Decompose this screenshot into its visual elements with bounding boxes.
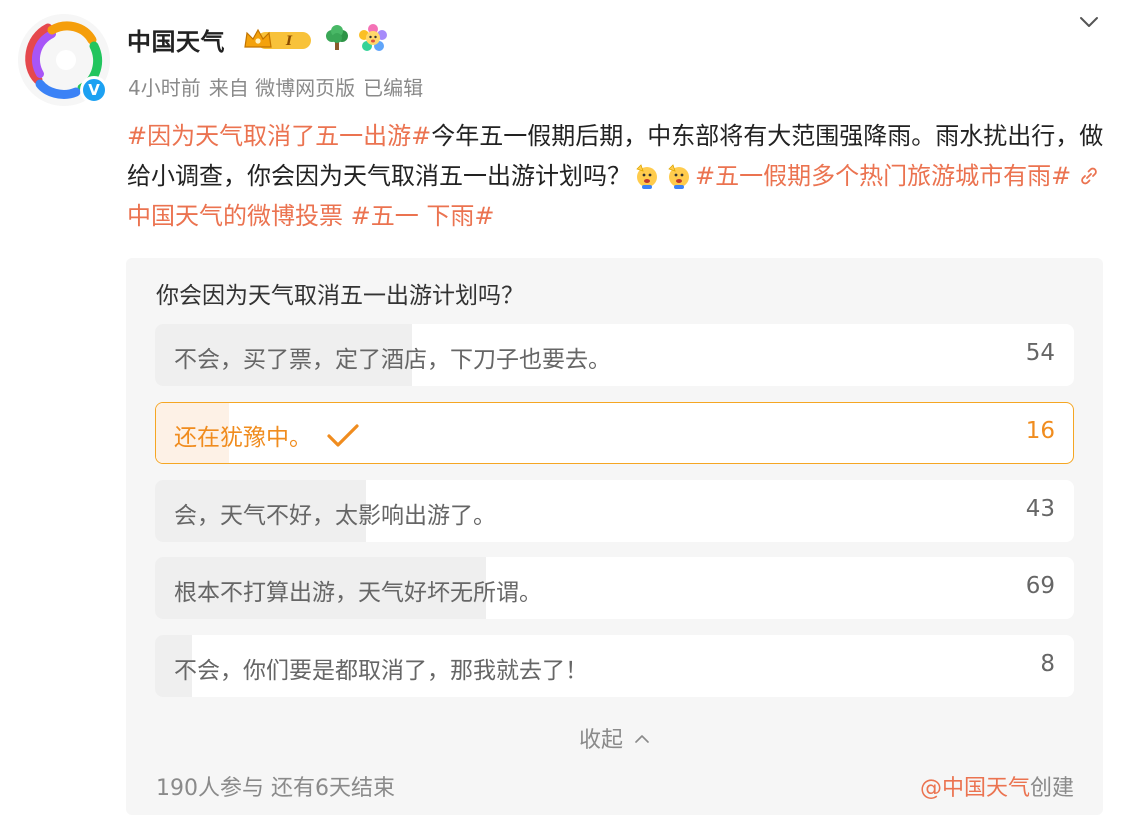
poll-remaining: 还有6天结束 [271,776,395,801]
flower-icon[interactable] [359,24,387,56]
poll-option-count: 43 [1025,496,1055,522]
poll-option-count: 54 [1025,340,1055,366]
poll-option-count: 8 [1040,651,1055,677]
weibo-post: V 中国天气 I 4小时前 来自 微博网页版 已编辑 #因为天气取消了五一出游#… [0,0,1137,815]
link-icon [1081,167,1097,185]
poll-question: 你会因为天气取消五一出游计划吗？ [156,283,524,309]
poll-option-label: 还在犹豫中。 [174,425,312,451]
poll-stats: 190人参与 还有6天结束 [156,770,395,802]
poll-option-label-wrap: 还在犹豫中。 [174,418,360,452]
check-icon [327,424,359,447]
chevron-up-icon [635,735,649,743]
poll-creator: @中国天气创建 [920,770,1074,802]
poll-option-label: 不会，买了票，定了酒店，下刀子也要去。 [174,347,611,373]
poll-option[interactable]: 根本不打算出游，天气好坏无所谓。 69 [155,557,1074,619]
poll-option[interactable]: 不会，你们要是都取消了，那我就去了！ 8 [155,635,1074,697]
poll-option-count: 16 [1025,418,1055,444]
collapse-label: 收起 [578,728,623,753]
verified-badge: V [80,76,108,104]
poll-option-selected[interactable]: 还在犹豫中。 16 [155,402,1074,464]
chevron-down-icon[interactable] [1079,12,1099,32]
poll-option-label: 根本不打算出游，天气好坏无所谓。 [174,580,542,606]
creator-suffix: 创建 [1029,776,1074,801]
post-content: #因为天气取消了五一出游#今年五一假期后期，中东部将有大范围强降雨。雨水扰出行，… [127,116,1112,236]
post-time[interactable]: 4小时前 [128,72,201,101]
post-meta: 4小时前 来自 微博网页版 已编辑 [128,72,423,101]
poll-link-text[interactable]: 中国天气的微博投票 [127,202,343,230]
poll-option[interactable]: 会，天气不好，太影响出游了。 43 [155,480,1074,542]
waving-face-icon [668,164,689,189]
topic-link[interactable]: #五一 下雨# [351,202,495,230]
creator-mention[interactable]: @中国天气 [920,776,1030,801]
avatar-container[interactable]: V [18,14,110,106]
topic-link[interactable]: #因为天气取消了五一出游# [127,122,431,150]
poll-option[interactable]: 不会，买了票，定了酒店，下刀子也要去。 54 [155,324,1074,386]
poll-option-label: 不会，你们要是都取消了，那我就去了！ [174,658,588,684]
tree-icon[interactable] [323,24,351,56]
author-name[interactable]: 中国天气 [127,22,225,57]
author-badges: I [243,24,387,56]
waving-face-icon [636,164,657,189]
poll-participants: 190人参与 [156,776,264,801]
crown-vip-icon[interactable]: I [243,27,315,53]
vip-level-label: I [285,34,293,49]
post-edited[interactable]: 已编辑 [363,72,423,101]
poll-option-count: 69 [1025,573,1055,599]
topic-link[interactable]: #五一假期多个热门旅游城市有雨# [695,162,1071,190]
poll-option-label: 会，天气不好，太影响出游了。 [174,503,496,529]
collapse-button[interactable]: 收起 [126,722,1103,754]
post-source: 来自 微博网页版 [208,76,356,100]
poll-card: 你会因为天气取消五一出游计划吗？ 不会，买了票，定了酒店，下刀子也要去。 54 … [126,258,1103,815]
